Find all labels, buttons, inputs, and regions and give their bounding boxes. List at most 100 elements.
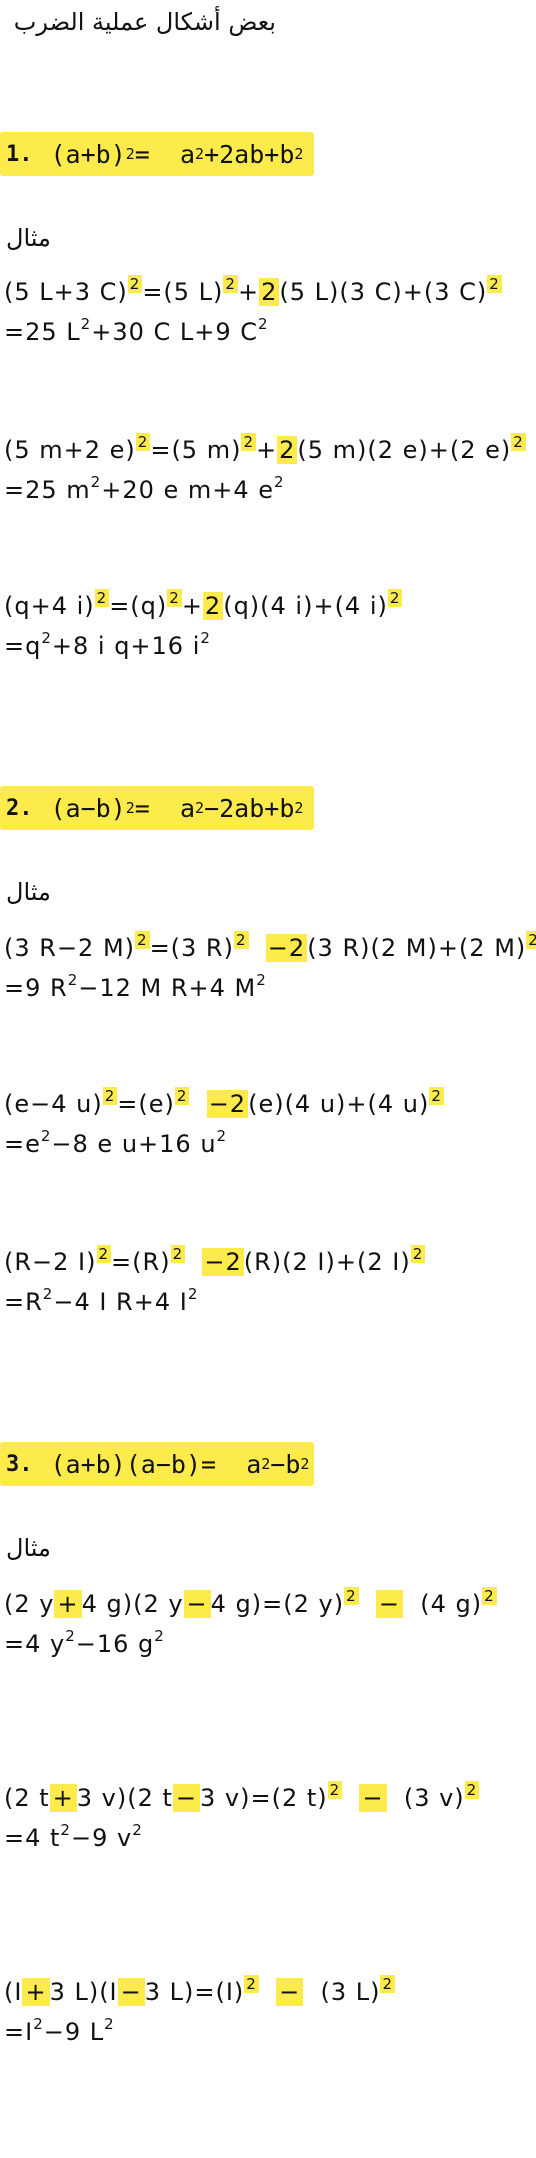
formula-number: 3. — [6, 1451, 33, 1477]
formula-lhs: (a+b)(a−b) — [50, 1449, 202, 1479]
example-7-line-2: =4 y2−16 g2 — [4, 1627, 165, 1659]
expr: (I — [4, 1978, 23, 2006]
expr: =9 R — [4, 974, 68, 1002]
operator: + — [49, 1784, 77, 1812]
operator: − — [276, 1978, 304, 2006]
expr: =I — [4, 2018, 34, 2046]
example-9-line-1: (I +3 L)(I −3 L)=(I) 2 − (3 L) 2 — [4, 1975, 396, 2006]
exponent: 2 — [67, 971, 79, 989]
exponent: 2 — [327, 1781, 343, 1799]
expr: −12 M R+4 M — [78, 974, 257, 1002]
expr: + — [256, 436, 278, 464]
expr: 3 L)=(I) — [144, 1978, 245, 2006]
expr: (e−4 u) — [4, 1090, 103, 1118]
exponent: 2 — [429, 1087, 444, 1105]
coefficient: 2 — [277, 436, 298, 464]
formula-rhs: +2ab+b — [204, 139, 295, 169]
expr: =e — [4, 1130, 41, 1158]
formula-rhs: a — [179, 139, 196, 169]
exponent: 2 — [65, 1627, 76, 1645]
expr: (R−2 I) — [4, 1248, 97, 1276]
exponent: 2 — [154, 1627, 165, 1645]
example-8-line-2: =4 t2−9 v2 — [4, 1821, 143, 1853]
expr: =25 L — [4, 318, 81, 346]
expr: +30 C L+9 C — [91, 318, 259, 346]
expr: =(5 L) — [142, 278, 224, 306]
exponent: 2 — [274, 473, 285, 491]
expr: (5 L+3 C) — [4, 278, 128, 306]
exponent: 2 — [244, 1975, 259, 1993]
expr: + — [181, 592, 203, 620]
example-5-line-1: (e−4 u) 2=(e) 2 −2(e)(4 u)+(4 u) 2 — [4, 1087, 444, 1118]
exponent: 2 — [487, 275, 502, 293]
exponent: 2 — [387, 589, 403, 607]
operator: + — [22, 1978, 50, 2006]
exponent: 2 — [40, 1127, 52, 1145]
expr: (2 t — [4, 1784, 50, 1812]
formula-rhs: a — [179, 793, 196, 823]
exponent: 2 — [241, 433, 256, 451]
page-title: بعض أشكال عملية الضرب — [13, 8, 276, 36]
example-3-line-1: (q+4 i) 2=(q) 2+2(q)(4 i)+(4 i) 2 — [4, 589, 403, 620]
exponent: 2 — [223, 275, 238, 293]
expr: −9 v — [70, 1824, 133, 1852]
example-3-line-2: =q2+8 i q+16 i2 — [4, 629, 211, 661]
expr: =4 y — [4, 1630, 66, 1658]
expr: +20 e m+4 e — [101, 476, 275, 504]
expr: (5 m+2 e) — [4, 436, 136, 464]
exponent: 2 — [170, 1245, 186, 1263]
expr: + — [237, 278, 260, 306]
example-5-line-2: =e2−8 e u+16 u2 — [4, 1127, 227, 1159]
equals: = — [134, 139, 150, 169]
expr: −16 g — [75, 1630, 155, 1658]
expr: 4 g)(2 y — [81, 1590, 184, 1618]
exponent: 2 — [60, 1821, 71, 1839]
exponent: 2 — [464, 1781, 480, 1799]
exponent: 2 — [482, 1587, 497, 1605]
coefficient: −2 — [265, 934, 308, 962]
example-4-line-1: (3 R−2 M) 2=(3 R) 2 −2(3 R)(2 M)+(2 M) 2 — [4, 931, 536, 962]
exponent: 2 — [200, 629, 211, 647]
example-7-line-1: (2 y +4 g)(2 y −4 g)=(2 y) 2 − (4 g) 2 — [4, 1587, 497, 1618]
example-4-line-2: =9 R2−12 M R+4 M2 — [4, 971, 267, 1003]
example-9-line-2: =I2−9 L2 — [4, 2015, 115, 2047]
formula-lhs: (a−b) — [50, 793, 126, 823]
expr: (q)(4 i)+(4 i) — [223, 592, 388, 620]
example-6-line-1: (R−2 I) 2=(R) 2 −2(R)(2 I)+(2 I) 2 — [4, 1245, 426, 1276]
exponent: 2 — [94, 589, 110, 607]
exponent: 2 — [33, 2015, 44, 2033]
example-1-line-1: (5 L+3 C) 2=(5 L) 2+2(5 L)(3 C)+(3 C) 2 — [4, 275, 502, 306]
formula-rhs: a — [246, 1449, 262, 1479]
formula-lhs: (a+b) — [50, 139, 126, 169]
operator: − — [117, 1978, 145, 2006]
coefficient: −2 — [206, 1090, 249, 1118]
operator: − — [172, 1784, 201, 1812]
expr: 4 g)=(2 y) — [210, 1590, 345, 1618]
operator: − — [183, 1590, 211, 1618]
exponent: 2 — [42, 1285, 54, 1303]
exponent: 2 — [344, 1587, 359, 1605]
exponent: 2 — [96, 1245, 112, 1263]
expr: 3 L)(I — [49, 1978, 118, 2006]
exponent: 2 — [102, 1087, 118, 1105]
expr: =4 t — [4, 1824, 61, 1852]
exponent: 2 — [233, 931, 249, 949]
expr: +8 i q+16 i — [51, 632, 201, 660]
expr: 3 v)=(2 t) — [200, 1784, 328, 1812]
exponent: 2 — [256, 971, 267, 989]
expr: (3 R−2 M) — [4, 934, 136, 962]
expr: =(R) — [111, 1248, 171, 1276]
equals: = — [134, 793, 150, 823]
formula-box-1: 1. (a+b) 2 = a 2 +2ab+b 2 — [0, 132, 314, 176]
formula-box-3: 3. (a+b)(a−b) = a 2 −b 2 — [0, 1442, 314, 1486]
expr: =(e) — [117, 1090, 175, 1118]
exponent: 2 — [127, 275, 143, 293]
coefficient: −2 — [202, 1248, 244, 1276]
expr: =(5 m) — [150, 436, 242, 464]
coefficient: 2 — [202, 592, 224, 620]
exponent: 2 — [80, 315, 92, 333]
operator: + — [54, 1590, 82, 1618]
exponent: 2 — [90, 473, 102, 491]
expr: (2 y — [4, 1590, 55, 1618]
expr: −4 I R+4 I — [53, 1288, 188, 1316]
